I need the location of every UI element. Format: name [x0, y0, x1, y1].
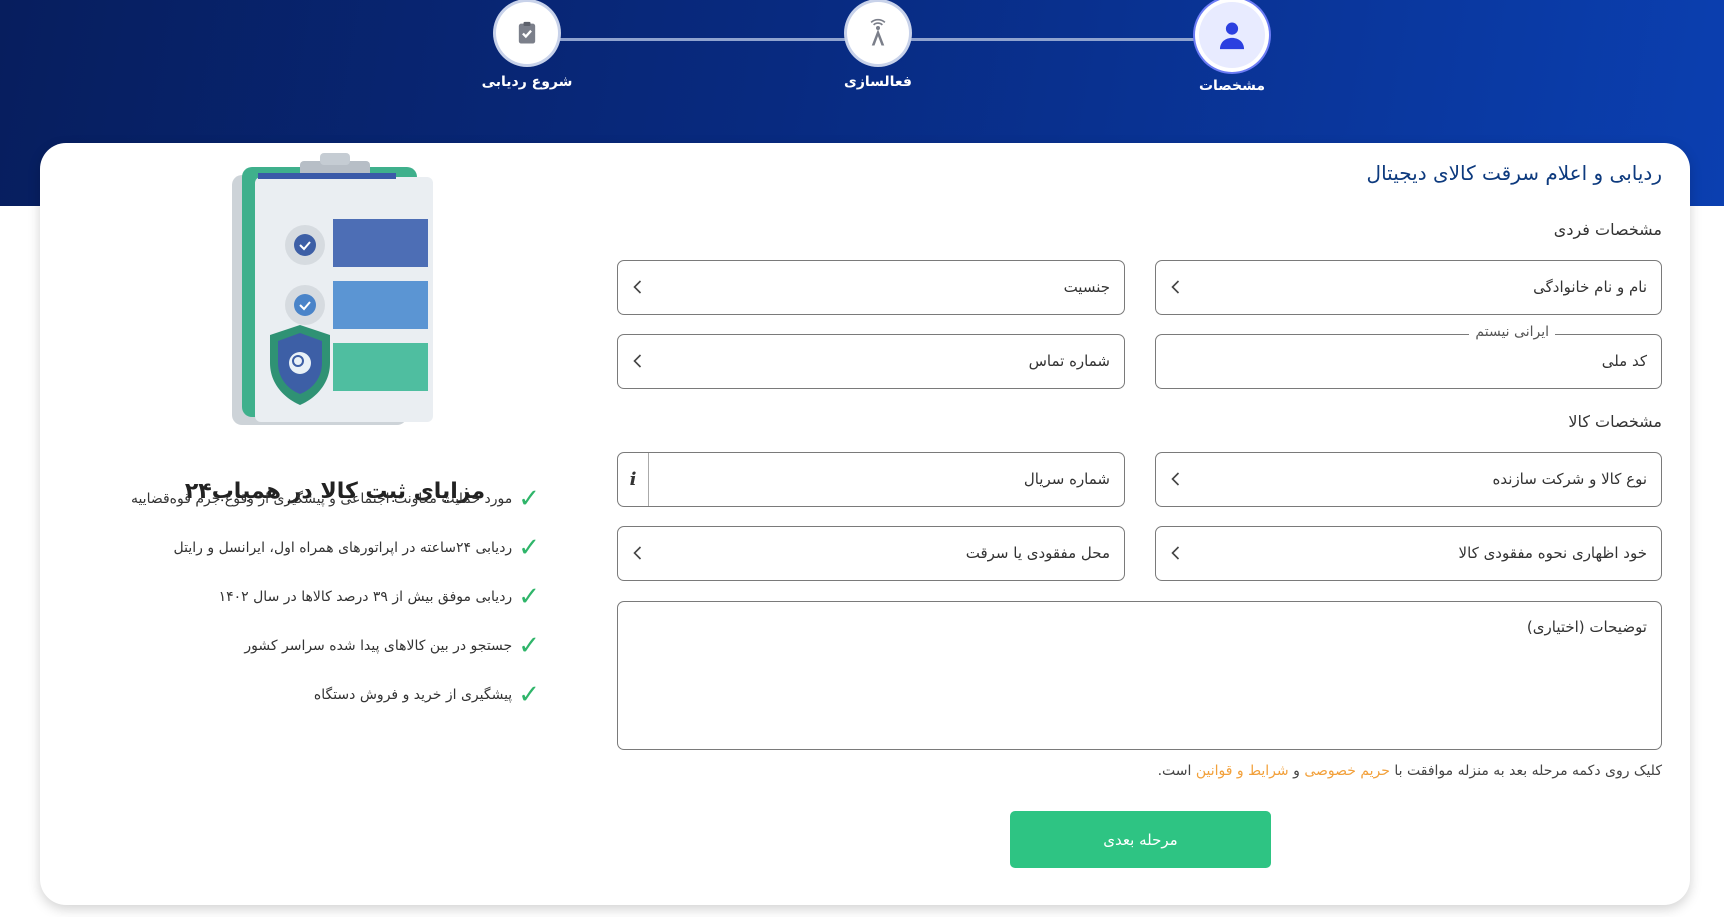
serial-number-label: شماره سریال [1023, 470, 1110, 488]
chevron-left-icon [633, 280, 642, 294]
consent-prefix: کلیک روی دکمه مرحله بعد به منزله موافقت … [1394, 763, 1662, 779]
antenna-icon [847, 2, 909, 64]
personal-section-heading: مشخصات فردی [1553, 220, 1662, 239]
benefit-text: مورد حمایت معاونت اجتماعی و پیشگیری از و… [130, 491, 513, 507]
user-icon [1199, 2, 1265, 68]
national-code-field[interactable]: ایرانی نیستم کد ملی [1155, 324, 1662, 389]
benefit-item: ✓ مورد حمایت معاونت اجتماعی و پیشگیری از… [130, 484, 540, 514]
benefit-text: پیشگیری از خرید و فروش دستگاه [313, 687, 513, 703]
full-name-label: نام و نام خانوادگی [1533, 278, 1647, 296]
consent-and: و [1293, 763, 1300, 779]
product-type-label: نوع کالا و شرکت سازنده [1492, 470, 1647, 488]
benefit-text: جستجو در بین کالاهای پیدا شده سراسر کشور [244, 638, 513, 654]
gender-select[interactable]: جنسیت [617, 260, 1125, 315]
checkmark-icon: ✓ [518, 631, 540, 661]
step-activation: فعالسازی [813, 2, 943, 90]
description-textarea[interactable]: توضیحات (اختیاری) [617, 601, 1662, 750]
product-type-select[interactable]: نوع کالا و شرکت سازنده [1155, 452, 1662, 507]
gender-label: جنسیت [1063, 278, 1110, 296]
next-step-button[interactable]: مرحله بعدی [1010, 811, 1271, 868]
benefit-text: ردیابی ۲۴ساعته در اپراتورهای همراه اول، … [173, 540, 513, 556]
benefit-text: ردیابی موفق بیش از ۳۹ درصد کالاها در سال… [218, 589, 513, 605]
checkmark-icon: ✓ [518, 533, 540, 563]
benefit-item: ✓ ردیابی موفق بیش از ۳۹ درصد کالاها در س… [218, 582, 540, 612]
info-icon[interactable]: i [618, 453, 649, 506]
chevron-left-icon [1171, 280, 1180, 294]
chevron-left-icon [633, 354, 642, 368]
clipboard-check-icon [496, 2, 558, 64]
loss-location-label: محل مفقودی یا سرقت [965, 544, 1110, 562]
serial-number-field[interactable]: شماره سریال i [617, 452, 1125, 507]
national-code-label: کد ملی [1601, 352, 1647, 370]
terms-link[interactable]: شرایط و قوانین [1196, 763, 1289, 779]
form-card: ردیابی و اعلام سرقت کالای دیجیتال مشخصات… [40, 143, 1690, 905]
loss-declaration-select[interactable]: خود اظهاری نحوه مفقودی کالا [1155, 526, 1662, 581]
benefit-item: ✓ جستجو در بین کالاهای پیدا شده سراسر کش… [244, 631, 540, 661]
chevron-left-icon [1171, 472, 1180, 486]
chevron-left-icon [633, 546, 642, 560]
phone-field[interactable]: شماره تماس [617, 334, 1125, 389]
chevron-left-icon [1171, 546, 1180, 560]
description-label: توضیحات (اختیاری) [1526, 618, 1647, 636]
phone-label: شماره تماس [1028, 352, 1110, 370]
step-label: فعالسازی [844, 74, 912, 90]
full-name-field[interactable]: نام و نام خانوادگی [1155, 260, 1662, 315]
clipboard-illustration [232, 153, 433, 425]
privacy-link[interactable]: حریم خصوصی [1304, 763, 1390, 779]
page-title: ردیابی و اعلام سرقت کالای دیجیتال [1366, 161, 1662, 185]
checkmark-icon: ✓ [518, 484, 540, 514]
loss-location-select[interactable]: محل مفقودی یا سرقت [617, 526, 1125, 581]
benefit-item: ✓ ردیابی ۲۴ساعته در اپراتورهای همراه اول… [173, 533, 540, 563]
step-label: مشخصات [1198, 78, 1266, 94]
step-label: شروع ردیابی [481, 74, 573, 90]
consent-text: کلیک روی دکمه مرحله بعد به منزله موافقت … [1158, 763, 1662, 779]
checkmark-icon: ✓ [518, 680, 540, 710]
checkmark-icon: ✓ [518, 582, 540, 612]
product-section-heading: مشخصات کالا [1568, 412, 1662, 431]
step-start-tracking: شروع ردیابی [462, 2, 592, 90]
step-details: مشخصات [1167, 2, 1297, 94]
non-iranian-toggle[interactable]: ایرانی نیستم [1469, 324, 1555, 340]
benefit-item: ✓ پیشگیری از خرید و فروش دستگاه [313, 680, 540, 710]
loss-declaration-label: خود اظهاری نحوه مفقودی کالا [1458, 544, 1647, 562]
consent-suffix: است. [1157, 763, 1192, 779]
